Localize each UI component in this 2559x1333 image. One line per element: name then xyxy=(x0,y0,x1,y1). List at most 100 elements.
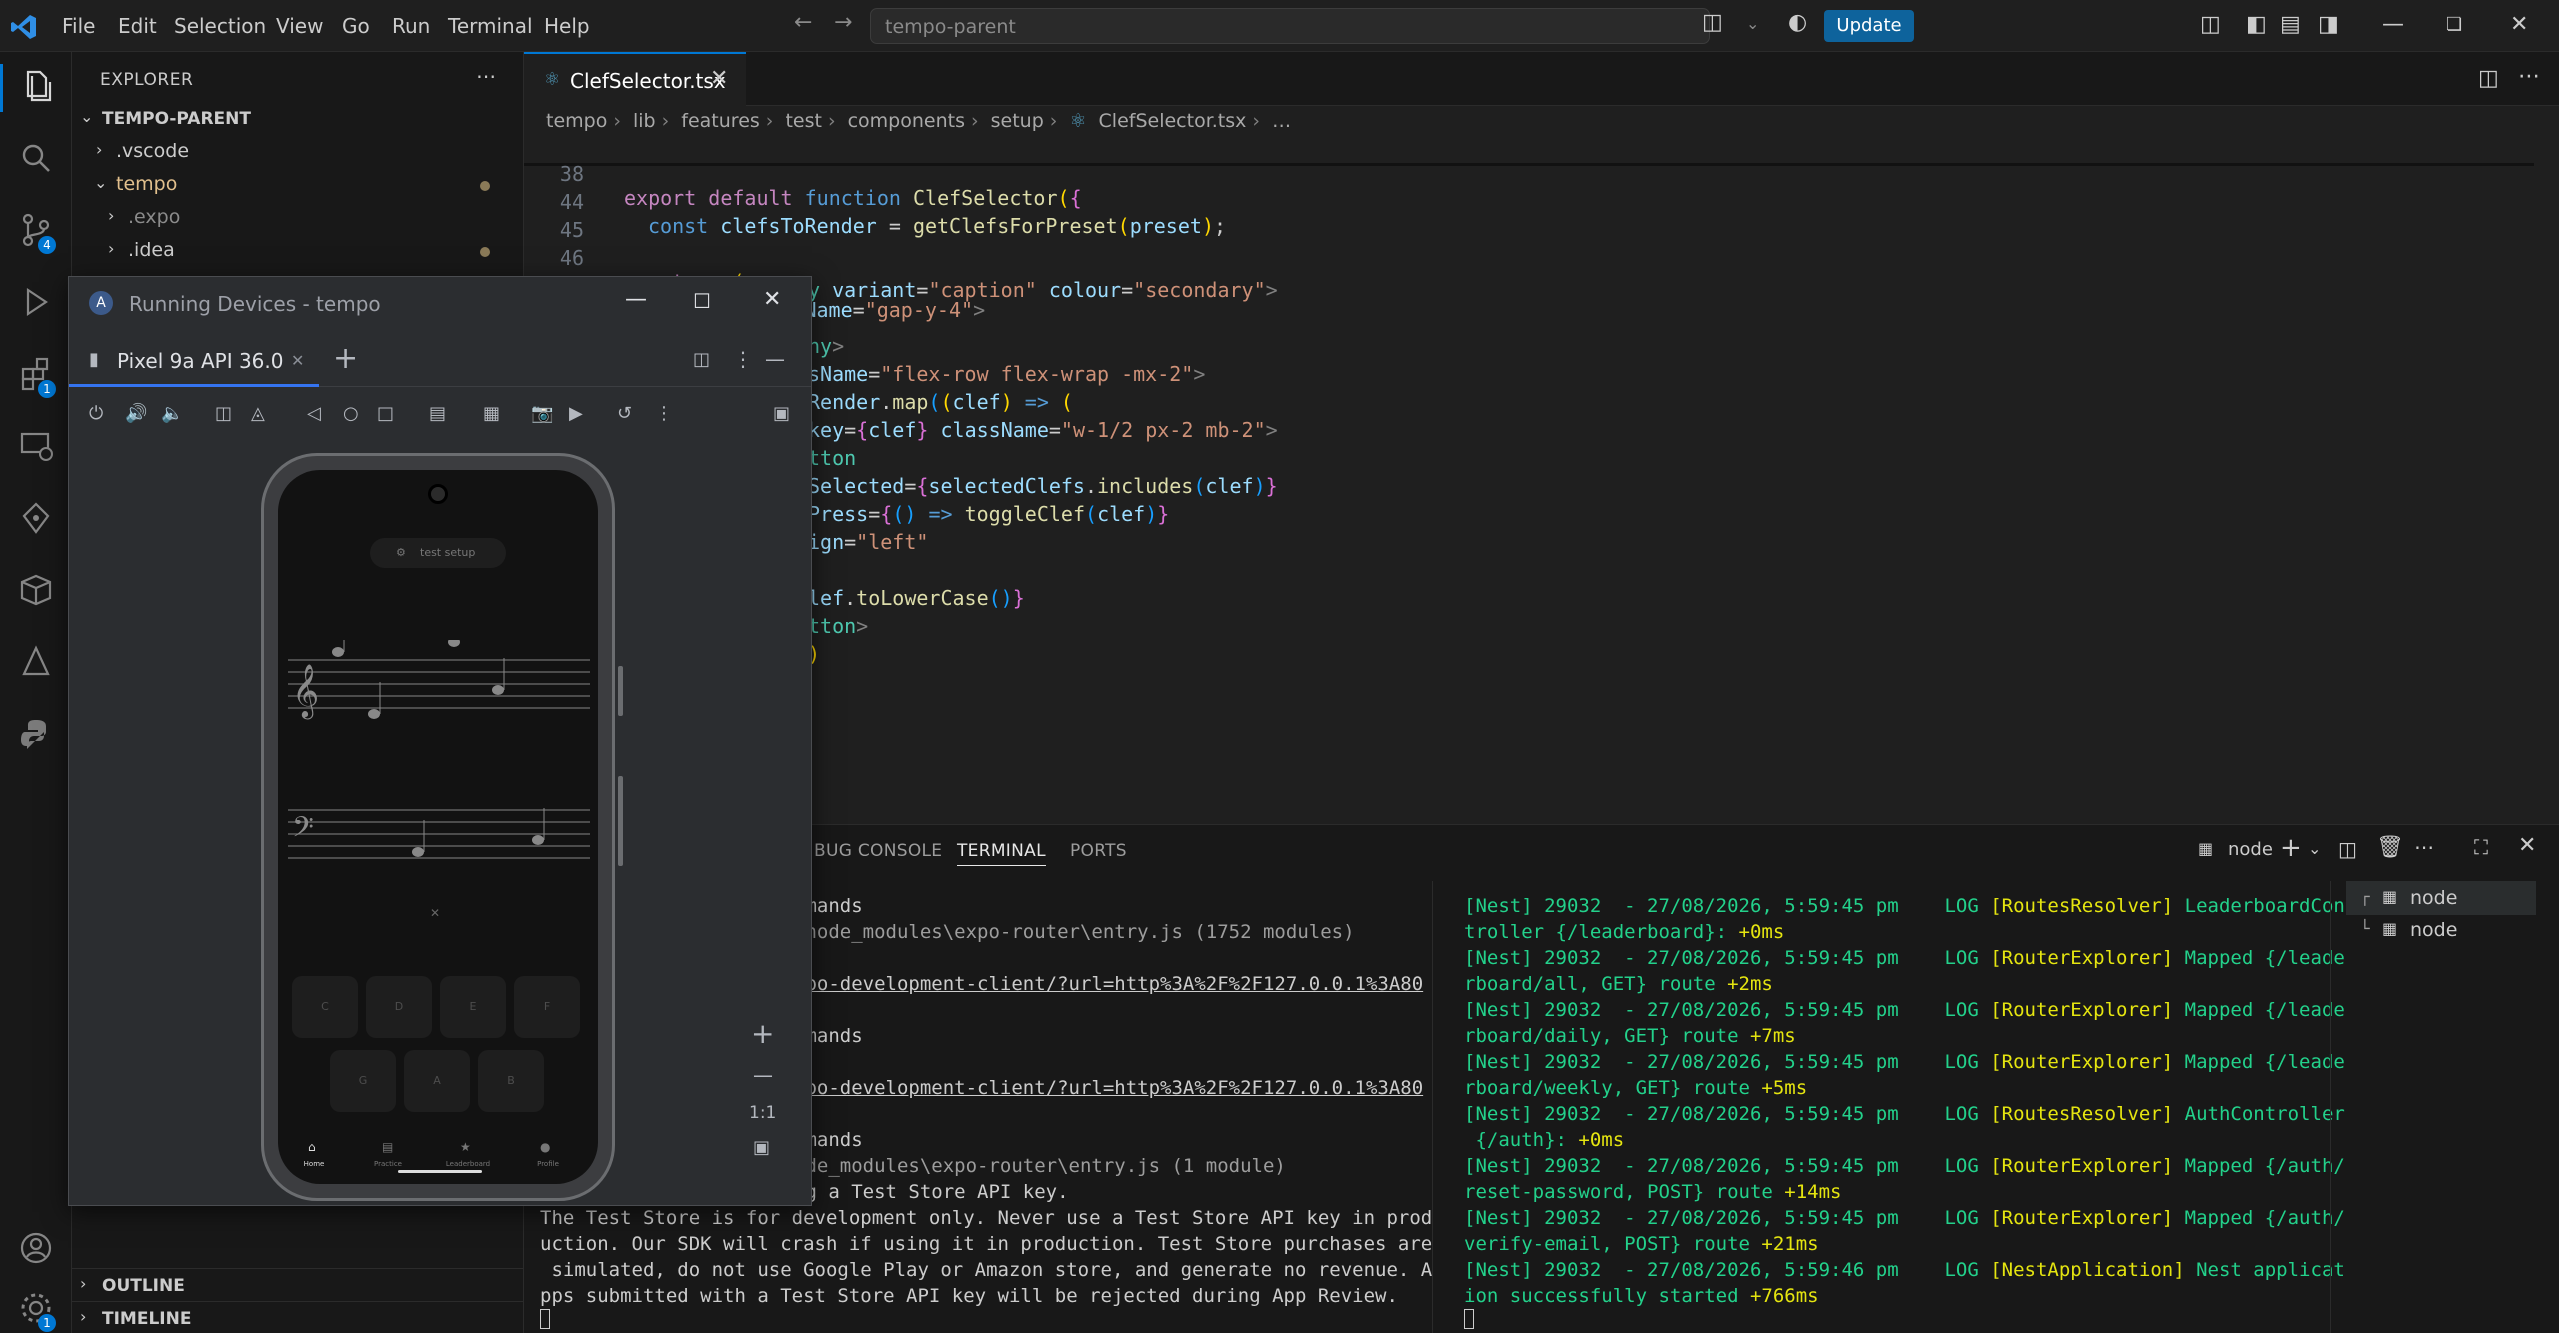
breadcrumb-item[interactable]: tempo xyxy=(546,110,607,132)
hide-panel-icon[interactable]: — xyxy=(765,347,785,371)
maximize-window-icon[interactable]: ☐ xyxy=(693,289,711,313)
back-arrow-icon[interactable]: ← xyxy=(794,10,812,35)
more-options-icon[interactable]: ⋮ xyxy=(655,403,673,424)
breadcrumb-item[interactable]: test xyxy=(785,110,822,132)
nav-practice-label[interactable]: Practice xyxy=(358,1160,418,1168)
note-key-f[interactable]: F xyxy=(514,976,580,1038)
fit-to-window-icon[interactable]: ▣ xyxy=(753,1137,770,1158)
code-line[interactable]: 46 return ( xyxy=(524,222,744,294)
close-panel-icon[interactable]: ✕ xyxy=(2518,833,2536,858)
containers-icon[interactable] xyxy=(16,570,56,610)
chevron-down-icon[interactable]: ⌄ xyxy=(2308,839,2321,858)
maximize-panel-icon[interactable]: ⛶ xyxy=(2474,835,2488,859)
accounts-circle-icon[interactable]: ◐ xyxy=(1788,10,1807,35)
command-center-search[interactable]: tempo-parent xyxy=(870,8,1710,44)
terminal-split-divider[interactable] xyxy=(1432,881,1433,1333)
timeline-section[interactable]: › TIMELINE xyxy=(72,1301,524,1333)
explorer-files-icon[interactable] xyxy=(16,66,56,106)
menu-edit[interactable]: Edit xyxy=(118,14,157,38)
undo-icon[interactable]: ↺ xyxy=(617,403,632,424)
more-actions-icon[interactable]: ⋯ xyxy=(476,64,496,88)
device-mirror-icon[interactable]: ▣ xyxy=(773,403,790,424)
run-debug-icon[interactable] xyxy=(16,282,56,322)
python-icon[interactable] xyxy=(16,714,56,754)
menu-view[interactable]: View xyxy=(276,14,323,38)
split-editor-icon[interactable]: ◫ xyxy=(2478,66,2499,91)
note-key-e[interactable]: E xyxy=(440,976,506,1038)
editor-tab-clefselector[interactable]: ⚛ ClefSelector.tsx ✕ xyxy=(524,52,746,106)
app-inspection-icon[interactable]: ▦ xyxy=(483,403,500,424)
forward-arrow-icon[interactable]: → xyxy=(834,10,852,35)
breadcrumb-item[interactable]: components xyxy=(848,110,965,132)
process-label[interactable]: node xyxy=(2410,887,2457,909)
split-terminal-icon[interactable]: ◫ xyxy=(2338,837,2357,861)
home-nav-icon[interactable]: ⌂ xyxy=(308,1140,316,1154)
zoom-out-minus-icon[interactable]: — xyxy=(753,1063,773,1087)
home-icon[interactable]: ○ xyxy=(343,403,359,424)
terminal-link[interactable]: xpo-development-client/?url=http%3A%2F%2… xyxy=(794,1075,1423,1101)
tab-terminal[interactable]: TERMINAL xyxy=(957,841,1046,866)
process-label[interactable]: node xyxy=(2410,919,2457,941)
remote-explorer-icon[interactable] xyxy=(16,426,56,466)
terminal-shell-label[interactable]: node xyxy=(2228,839,2273,860)
code-line[interactable]: 44 const clefsToRender = getClefsForPres… xyxy=(524,166,1226,238)
chevron-down-icon[interactable]: ⌄ xyxy=(1746,14,1759,33)
menu-terminal[interactable]: Terminal xyxy=(448,14,533,38)
test-setup-chip[interactable]: ⚙ test setup xyxy=(370,538,506,568)
tree-root[interactable]: ⌄ TEMPO-PARENT xyxy=(72,102,524,135)
profile-nav-icon[interactable]: ● xyxy=(540,1140,550,1154)
copilot-icon[interactable]: ◫ xyxy=(1702,10,1723,35)
breadcrumb-item[interactable]: lib xyxy=(633,110,656,132)
note-key-b[interactable]: B xyxy=(478,1050,544,1112)
update-button[interactable]: Update xyxy=(1824,10,1914,42)
zoom-in-plus-icon[interactable]: + xyxy=(751,1017,774,1050)
note-key-g[interactable]: G xyxy=(330,1050,396,1112)
toggle-primary-sidebar-icon[interactable]: ◫ xyxy=(2200,12,2221,37)
overview-icon[interactable]: □ xyxy=(377,403,394,424)
outline-section[interactable]: › OUTLINE xyxy=(72,1268,524,1301)
breadcrumb-item[interactable]: … xyxy=(1272,110,1291,132)
code-line[interactable]: 45 xyxy=(524,194,584,242)
close-tab-icon[interactable]: ✕ xyxy=(710,66,728,91)
volume-up-icon[interactable]: 🔊 xyxy=(125,403,147,424)
side-button[interactable] xyxy=(618,776,623,866)
note-key-a[interactable]: A xyxy=(404,1050,470,1112)
trophy-nav-icon[interactable]: ★ xyxy=(460,1140,471,1154)
nav-home-label[interactable]: Home xyxy=(284,1160,344,1168)
tree-item-idea[interactable]: › .idea xyxy=(72,234,524,267)
toggle-secondary-sidebar-icon[interactable]: ◨ xyxy=(2318,12,2339,37)
menu-help[interactable]: Help xyxy=(544,14,590,38)
minimize-window-icon[interactable]: — xyxy=(2382,12,2404,37)
close-tab-icon[interactable]: ✕ xyxy=(291,351,304,370)
android-studio-icon[interactable] xyxy=(16,642,56,682)
tab-debug-console[interactable]: BUG CONSOLE xyxy=(814,841,942,861)
nav-leaderboard-label[interactable]: Leaderboard xyxy=(438,1160,498,1168)
video-camera-icon[interactable]: ▶ xyxy=(569,403,583,424)
tree-item-expo[interactable]: › .expo xyxy=(72,201,524,234)
close-icon[interactable]: ✕ xyxy=(430,906,440,920)
sticky-scroll-line[interactable]: 38 export default function ClefSelector(… xyxy=(524,138,2534,210)
volume-down-icon[interactable]: 🔈 xyxy=(161,403,183,424)
device-tab-pixel[interactable]: ▮ Pixel 9a API 36.0 ✕ xyxy=(69,337,319,387)
zoom-actual-size-label[interactable]: 1:1 xyxy=(749,1103,776,1123)
code-line[interactable]: 47 <View className="gap-y-4"> xyxy=(524,250,985,322)
more-options-icon[interactable]: ⋮ xyxy=(733,347,753,371)
menu-file[interactable]: File xyxy=(62,14,95,38)
tree-item-tempo[interactable]: ⌄ tempo xyxy=(72,168,524,201)
trash-icon[interactable]: 🗑 xyxy=(2376,835,2404,860)
tree-item-vscode[interactable]: › .vscode xyxy=(72,135,524,168)
close-window-icon[interactable]: ✕ xyxy=(763,287,781,312)
toggle-panel-icon[interactable]: ▤ xyxy=(2280,12,2301,37)
new-terminal-plus-icon[interactable]: + xyxy=(2280,833,2302,863)
side-button[interactable] xyxy=(618,666,623,716)
screen-record-icon[interactable]: ▤ xyxy=(429,403,446,424)
screenshot-camera-icon[interactable]: 📷 xyxy=(531,403,553,424)
git-graph-icon[interactable] xyxy=(16,498,56,538)
more-actions-icon[interactable]: ⋯ xyxy=(2518,64,2540,89)
close-window-icon[interactable]: ✕ xyxy=(2510,12,2528,37)
back-icon[interactable]: ◁ xyxy=(307,403,321,424)
restore-layout-icon[interactable]: ◫ xyxy=(693,349,710,370)
minimize-window-icon[interactable]: — xyxy=(625,287,647,312)
note-key-d[interactable]: D xyxy=(366,976,432,1038)
menu-selection[interactable]: Selection xyxy=(174,14,266,38)
